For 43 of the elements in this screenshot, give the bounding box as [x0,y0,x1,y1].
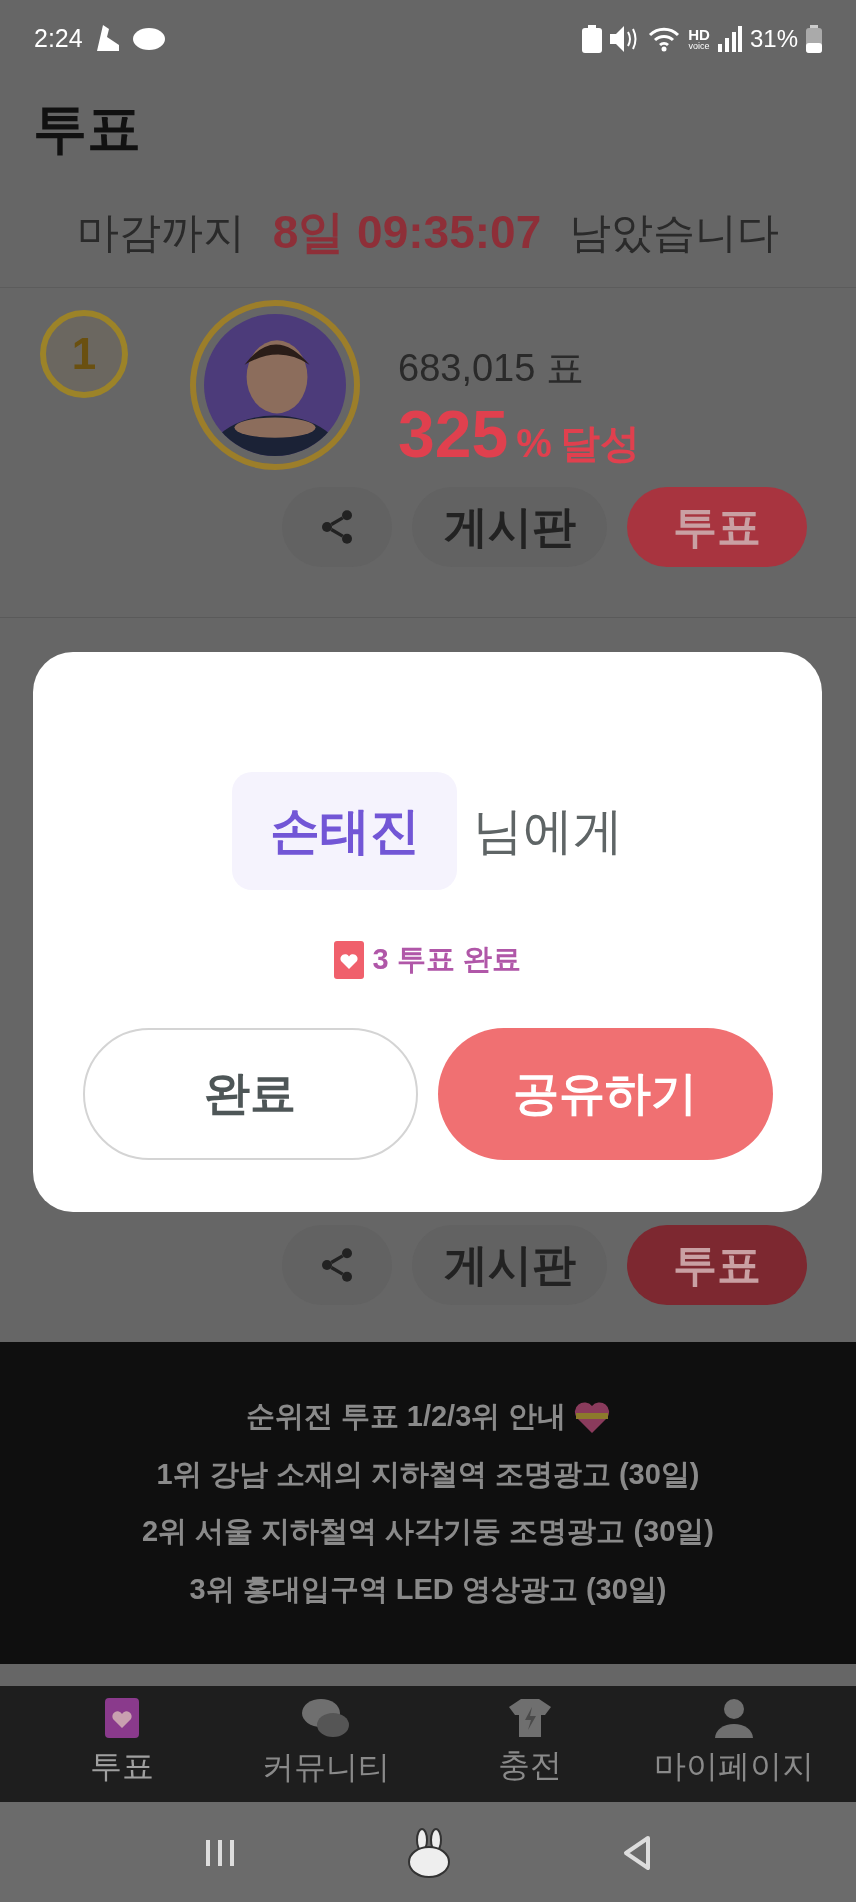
heart-ribbon-icon [574,1400,611,1433]
signal-icon [717,26,742,52]
rank-medal: 1 [40,310,128,398]
vote-button[interactable]: 투표 [627,487,807,567]
status-time: 2:24 [34,23,83,55]
countdown-prefix: 마감까지 [76,208,245,258]
notice-line: 순위전 투표 1/2/3위 안내 [245,1399,567,1434]
countdown-suffix: 남았습니다 [569,208,780,258]
nav-tab[interactable]: 커뮤니티 [236,1697,416,1791]
notice-line: 1위 강남 소재의 지하철역 조명광고 (30일) [156,1456,700,1492]
shirt-bolt-icon [509,1699,551,1737]
share-button[interactable]: 공유하기 [437,1027,773,1160]
cloud-icon [132,26,165,52]
wifi-icon [648,26,681,52]
recipient-suffix: 님에게 [473,801,623,861]
recipient-name: 손태진 [232,772,457,890]
voice-label: voice [688,42,710,51]
person-icon [715,1698,753,1738]
page-title: 투표 [33,96,141,160]
done-button[interactable]: 완료 [82,1027,418,1160]
percent-unit: % [516,420,552,467]
hd-label: HD [688,27,710,42]
battery-saver-icon [582,25,603,53]
percent-value: 325 [398,401,509,467]
notice-line: 3위 홍대입구역 LED 영상광고 (30일) [189,1571,667,1607]
battery-icon [806,25,822,53]
board-button[interactable]: 게시판 [412,487,607,567]
countdown-time: 8일 09:35:07 [272,205,542,260]
board-button[interactable]: 게시판 [412,1225,607,1305]
heart-card-icon [105,1698,139,1738]
notice-line: 2위 서울 지하철역 사각기둥 조명광고 (30일) [142,1514,714,1549]
chat-bubbles-icon [301,1697,351,1739]
nav-tab[interactable]: 마이페이지 [644,1698,824,1790]
vote-count: 683,015 표 [398,346,585,391]
nav-tab[interactable]: 충전 [440,1699,620,1789]
recent-apps-icon [204,1838,236,1868]
vote-result: 3 투표 완료 [372,942,521,977]
battery-percent: 31% [749,24,798,54]
heart-card-icon [334,940,365,979]
percent-label: 달성 [559,420,640,467]
nav-tab[interactable]: 투표 [32,1698,212,1790]
back-icon [622,1835,652,1871]
vote-button[interactable]: 투표 [627,1225,807,1305]
